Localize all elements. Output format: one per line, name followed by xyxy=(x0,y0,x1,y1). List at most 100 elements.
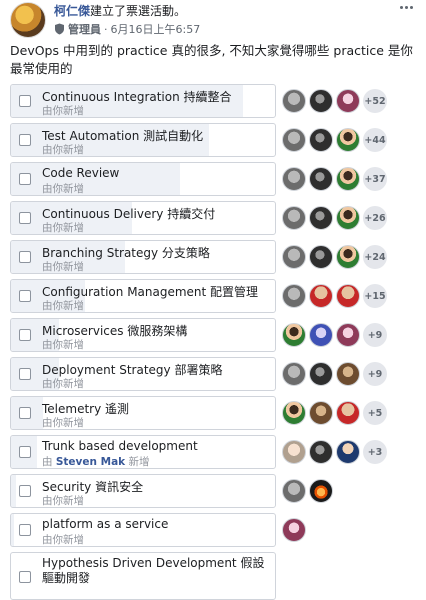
option-checkbox[interactable] xyxy=(19,95,31,107)
voter-avatar[interactable] xyxy=(282,479,306,503)
option-checkbox[interactable] xyxy=(19,329,31,341)
poll-option[interactable]: platform as a service 由你新增 xyxy=(10,513,276,547)
option-added-by: 由你新增 xyxy=(42,534,84,546)
option-voters[interactable]: +15 xyxy=(282,283,387,309)
voter-avatar[interactable] xyxy=(336,206,360,230)
option-added-by: 由你新增 xyxy=(42,144,84,156)
poll-option[interactable]: Branching Strategy 分支策略 由你新增 xyxy=(10,240,276,274)
option-checkbox[interactable] xyxy=(19,173,31,185)
option-voters[interactable]: +9 xyxy=(282,322,387,348)
voter-avatar[interactable] xyxy=(282,284,306,308)
option-voters[interactable] xyxy=(282,517,309,543)
option-voters[interactable]: +26 xyxy=(282,205,387,231)
voter-avatar[interactable] xyxy=(336,128,360,152)
more-voters-count[interactable]: +52 xyxy=(363,89,387,113)
post-header: 柯仁傑建立了票選活動。 管理員 · 6月16日上午6:57 xyxy=(0,0,426,40)
more-voters-count[interactable]: +37 xyxy=(363,167,387,191)
option-added-by: 由你新增 xyxy=(42,183,84,195)
author-name-link[interactable]: 柯仁傑 xyxy=(54,4,90,18)
voter-avatar[interactable] xyxy=(282,323,306,347)
voter-avatar[interactable] xyxy=(309,362,333,386)
voter-avatar[interactable] xyxy=(336,362,360,386)
option-voters[interactable]: +37 xyxy=(282,166,387,192)
option-added-by: 由你新增 xyxy=(42,339,84,351)
voter-avatar[interactable] xyxy=(309,323,333,347)
added-by-suffix: 新增 xyxy=(128,456,150,468)
more-voters-count[interactable]: +5 xyxy=(363,401,387,425)
poll-option[interactable]: Code Review 由你新增 xyxy=(10,162,276,196)
author-line: 柯仁傑建立了票選活動。 xyxy=(54,2,186,19)
voter-avatar[interactable] xyxy=(282,362,306,386)
author-avatar[interactable] xyxy=(10,2,46,38)
option-voters[interactable]: +3 xyxy=(282,439,387,465)
option-voters[interactable]: +24 xyxy=(282,244,387,270)
voter-avatar[interactable] xyxy=(309,245,333,269)
more-voters-count[interactable]: +24 xyxy=(363,245,387,269)
voter-avatar[interactable] xyxy=(309,128,333,152)
vote-bar-fill xyxy=(11,475,17,507)
voter-avatar[interactable] xyxy=(336,89,360,113)
voter-avatar[interactable] xyxy=(282,518,306,542)
meta-separator: · xyxy=(104,22,108,36)
voter-avatar[interactable] xyxy=(309,479,333,503)
option-voters[interactable]: +44 xyxy=(282,127,387,153)
more-voters-count[interactable]: +15 xyxy=(363,284,387,308)
option-voters[interactable]: +5 xyxy=(282,400,387,426)
poll-option[interactable]: Continuous Integration 持續整合 由你新增 xyxy=(10,84,276,118)
admin-badge: 管理員 xyxy=(68,23,101,36)
poll-option[interactable]: Trunk based development 由 Steven Mak 新增 xyxy=(10,435,276,469)
more-options-icon[interactable] xyxy=(400,2,416,12)
voter-avatar[interactable] xyxy=(309,167,333,191)
shield-icon xyxy=(55,23,64,35)
more-voters-count[interactable]: +3 xyxy=(363,440,387,464)
voter-avatar[interactable] xyxy=(282,167,306,191)
more-voters-count[interactable]: +44 xyxy=(363,128,387,152)
voter-avatar[interactable] xyxy=(336,284,360,308)
voter-avatar[interactable] xyxy=(309,206,333,230)
voter-avatar[interactable] xyxy=(282,440,306,464)
more-voters-count[interactable]: +9 xyxy=(363,362,387,386)
option-checkbox[interactable] xyxy=(19,524,31,536)
voter-avatar[interactable] xyxy=(336,401,360,425)
option-label: platform as a service xyxy=(42,517,169,531)
option-checkbox[interactable] xyxy=(19,368,31,380)
voter-avatar[interactable] xyxy=(336,323,360,347)
voter-avatar[interactable] xyxy=(336,245,360,269)
option-checkbox[interactable] xyxy=(19,212,31,224)
option-checkbox[interactable] xyxy=(19,290,31,302)
poll-option[interactable]: Test Automation 測試自動化 由你新增 xyxy=(10,123,276,157)
voter-avatar[interactable] xyxy=(309,440,333,464)
voter-avatar[interactable] xyxy=(309,89,333,113)
more-voters-count[interactable]: +9 xyxy=(363,323,387,347)
option-voters[interactable]: +9 xyxy=(282,361,387,387)
option-voters[interactable] xyxy=(282,478,336,504)
option-checkbox[interactable] xyxy=(19,134,31,146)
voter-avatar[interactable] xyxy=(282,89,306,113)
poll-option[interactable]: Telemetry 遙測 由你新增 xyxy=(10,396,276,430)
poll-option[interactable]: Deployment Strategy 部署策略 由你新增 xyxy=(10,357,276,391)
option-voters[interactable]: +52 xyxy=(282,88,387,114)
option-checkbox[interactable] xyxy=(19,446,31,458)
option-checkbox[interactable] xyxy=(19,251,31,263)
more-voters-count[interactable]: +26 xyxy=(363,206,387,230)
poll-option[interactable]: Security 資訊安全 由你新增 xyxy=(10,474,276,508)
voter-avatar[interactable] xyxy=(282,206,306,230)
option-checkbox[interactable] xyxy=(19,407,31,419)
voter-avatar[interactable] xyxy=(282,401,306,425)
voter-avatar[interactable] xyxy=(336,167,360,191)
option-checkbox[interactable] xyxy=(19,571,31,583)
poll-option[interactable]: Hypothesis Driven Development 假設驅動開發 xyxy=(10,552,276,600)
poll-option[interactable]: Microservices 微服務架構 由你新增 xyxy=(10,318,276,352)
added-by-name-link[interactable]: Steven Mak xyxy=(56,456,125,468)
option-label: Trunk based development xyxy=(42,439,198,453)
post-timestamp[interactable]: 6月16日上午6:57 xyxy=(111,21,201,37)
voter-avatar[interactable] xyxy=(282,245,306,269)
voter-avatar[interactable] xyxy=(336,440,360,464)
voter-avatar[interactable] xyxy=(309,284,333,308)
poll-option[interactable]: Continuous Delivery 持續交付 由你新增 xyxy=(10,201,276,235)
option-added-by: 由你新增 xyxy=(42,105,84,117)
voter-avatar[interactable] xyxy=(309,401,333,425)
voter-avatar[interactable] xyxy=(282,128,306,152)
option-checkbox[interactable] xyxy=(19,485,31,497)
poll-option[interactable]: Configuration Management 配置管理 由你新增 xyxy=(10,279,276,313)
